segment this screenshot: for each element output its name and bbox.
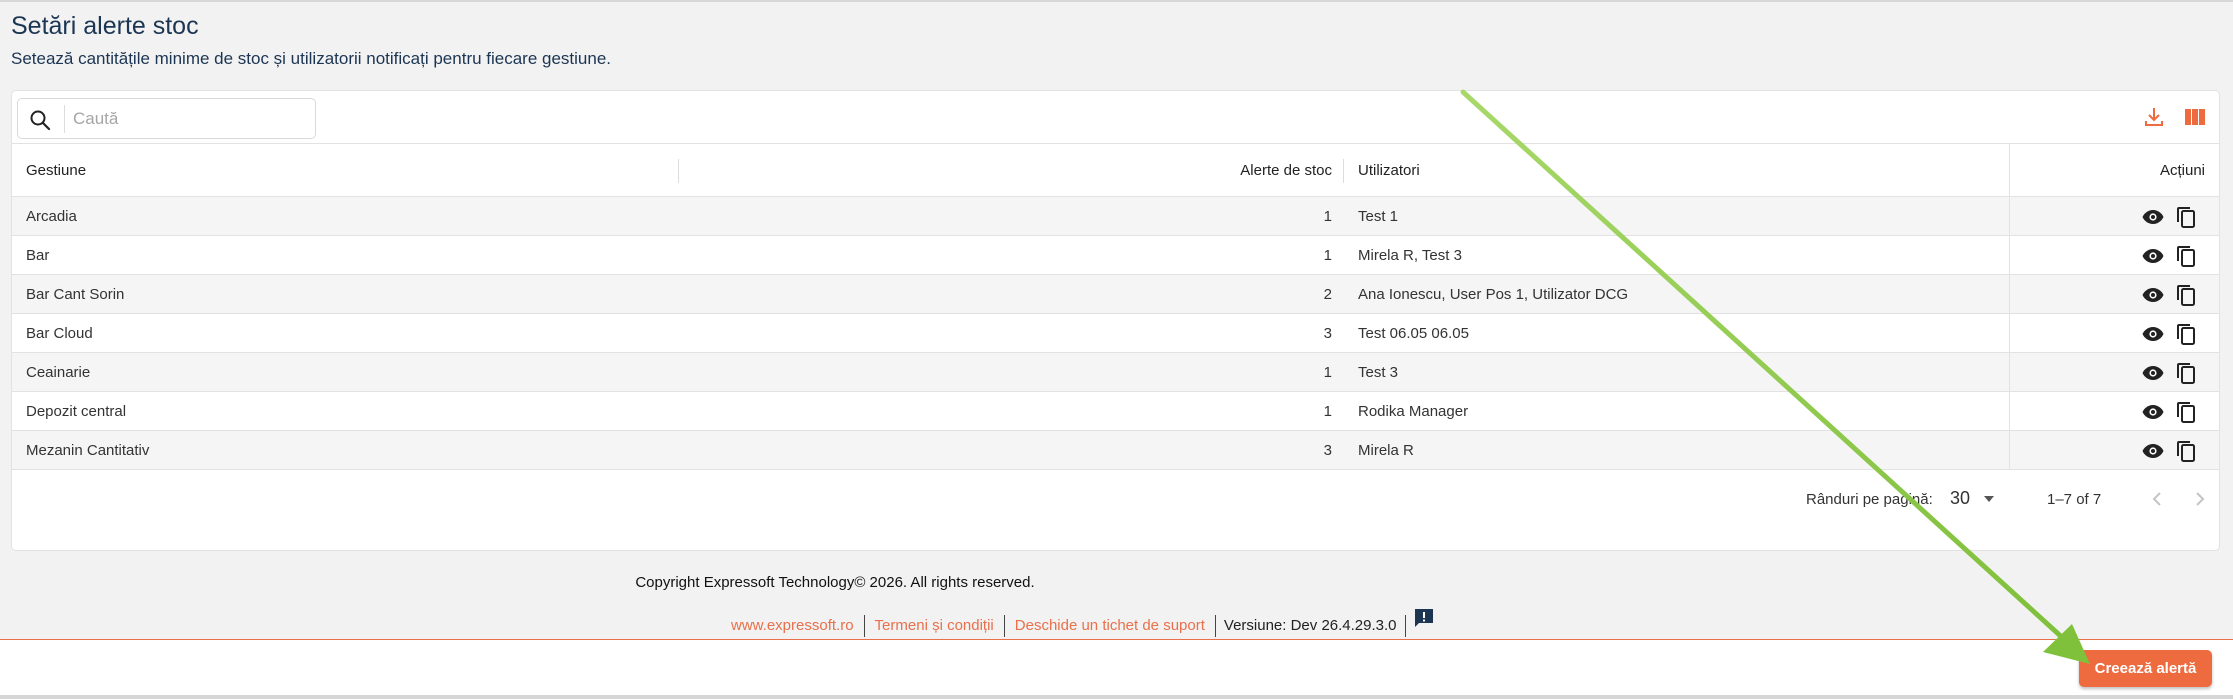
search-icon [30, 110, 51, 131]
table-row[interactable]: Ceainarie 1 Test 3 [12, 353, 2219, 392]
cell-gestiune: Depozit central [26, 403, 127, 420]
bottom-shadow [0, 695, 2233, 699]
copy-icon[interactable] [2174, 400, 2198, 424]
table-row[interactable]: Depozit central 1 Rodika Manager [12, 392, 2219, 431]
cell-alerte: 1 [1323, 247, 1332, 264]
actions-column-border [2009, 144, 2010, 197]
create-alert-button[interactable]: Creează alertă [2079, 650, 2212, 687]
copy-icon[interactable] [2174, 439, 2198, 463]
cell-gestiune: Bar Cloud [26, 325, 93, 342]
row-actions [2009, 275, 2221, 314]
copy-icon[interactable] [2174, 283, 2198, 307]
eye-icon[interactable] [2141, 244, 2165, 268]
cell-gestiune: Mezanin Cantitativ [26, 442, 150, 459]
copy-icon[interactable] [2174, 361, 2198, 385]
search-input[interactable] [73, 102, 303, 135]
page-subtitle: Setează cantitățile minime de stoc și ut… [11, 49, 612, 68]
rows-per-page-select[interactable]: 30 [1948, 487, 2008, 513]
table-body: Arcadia 1 Test 1 Bar 1 Mirela R, Test 3 … [12, 197, 2219, 470]
cell-alerte: 1 [1323, 403, 1332, 420]
rows-per-page-value: 30 [1950, 488, 1971, 508]
cell-alerte: 3 [1323, 325, 1332, 342]
cell-utilizatori: Rodika Manager [1358, 403, 1469, 420]
chevron-down-icon [1984, 496, 1994, 502]
cell-gestiune: Arcadia [26, 208, 77, 225]
chevron-left-icon[interactable] [2145, 487, 2169, 511]
eye-icon[interactable] [2141, 283, 2165, 307]
column-divider [678, 159, 679, 183]
eye-icon[interactable] [2141, 322, 2165, 346]
eye-icon[interactable] [2141, 439, 2165, 463]
cell-alerte: 1 [1323, 208, 1332, 225]
eye-icon[interactable] [2141, 361, 2165, 385]
footer-link-terms[interactable]: Termeni și condiții [865, 615, 1004, 637]
chevron-right-icon[interactable] [2188, 487, 2212, 511]
copy-icon[interactable] [2174, 244, 2198, 268]
table-header: Gestiune Alerte de stoc Utilizatori Acți… [12, 144, 2219, 197]
footer-link-site[interactable]: www.expressoft.ro [731, 615, 864, 637]
version-text: Versiune: Dev 26.4.29.3.0 [1223, 617, 1397, 635]
pagination: Rânduri pe pagină: 30 1–7 of 7 [12, 469, 2219, 529]
cell-utilizatori: Mirela R, Test 3 [1358, 247, 1462, 264]
copy-icon[interactable] [2174, 322, 2198, 346]
table-toolbar [12, 91, 2219, 144]
rows-per-page-label: Rânduri pe pagină: [1806, 491, 1933, 508]
columns-icon[interactable] [2183, 105, 2207, 129]
cell-gestiune: Bar [26, 247, 50, 264]
cell-utilizatori: Test 06.05 06.05 [1358, 325, 1469, 342]
row-actions [2009, 353, 2221, 392]
table-row[interactable]: Bar 1 Mirela R, Test 3 [12, 236, 2219, 275]
row-actions [2009, 392, 2221, 431]
search-box[interactable] [17, 98, 316, 139]
table-row[interactable]: Bar Cloud 3 Test 06.05 06.05 [12, 314, 2219, 353]
footer-link-ticket[interactable]: Deschide un tichet de suport [1005, 615, 1215, 637]
cell-alerte: 2 [1323, 286, 1332, 303]
cell-utilizatori: Test 3 [1358, 364, 1399, 381]
column-header-utilizatori[interactable]: Utilizatori [1358, 144, 1420, 197]
cell-gestiune: Ceainarie [26, 364, 91, 381]
footer-separator [1404, 615, 1406, 638]
pagination-range: 1–7 of 7 [2047, 491, 2102, 508]
row-actions [2009, 314, 2221, 353]
cell-gestiune: Bar Cant Sorin [26, 286, 125, 303]
top-border [0, 0, 2233, 2]
table-row[interactable]: Bar Cant Sorin 2 Ana Ionescu, User Pos 1… [12, 275, 2219, 314]
table-row[interactable]: Arcadia 1 Test 1 [12, 197, 2219, 236]
column-header-gestiune[interactable]: Gestiune [26, 144, 86, 197]
cell-alerte: 3 [1323, 442, 1332, 459]
cell-utilizatori: Mirela R [1358, 442, 1414, 459]
cell-utilizatori: Ana Ionescu, User Pos 1, Utilizator DCG [1358, 286, 1629, 303]
column-divider [1343, 159, 1344, 183]
bottom-action-bar: Creează alertă [0, 639, 2233, 695]
row-actions [2009, 431, 2221, 470]
row-actions [2009, 197, 2221, 236]
download-icon[interactable] [2142, 105, 2166, 129]
feedback-icon[interactable] [1412, 606, 1436, 630]
table-row[interactable]: Mezanin Cantitativ 3 Mirela R [12, 431, 2219, 470]
footer-links: www.expressoft.ro Termeni și condiții Desc… [731, 606, 1436, 638]
cell-utilizatori: Test 1 [1358, 208, 1399, 225]
search-separator [64, 105, 65, 133]
table-card: Gestiune Alerte de stoc Utilizatori Acți… [11, 90, 2220, 551]
copy-icon[interactable] [2174, 205, 2198, 229]
column-header-alerte[interactable]: Alerte de stoc [1232, 144, 1332, 197]
row-actions [2009, 236, 2221, 275]
column-header-actiuni: Acțiuni [2159, 162, 2205, 179]
page-title: Setări alerte stoc [11, 12, 199, 40]
cell-alerte: 1 [1323, 364, 1332, 381]
eye-icon[interactable] [2141, 205, 2165, 229]
eye-icon[interactable] [2141, 400, 2165, 424]
copyright-text: Copyright Expressoft Technology© 2026. A… [635, 574, 1035, 591]
